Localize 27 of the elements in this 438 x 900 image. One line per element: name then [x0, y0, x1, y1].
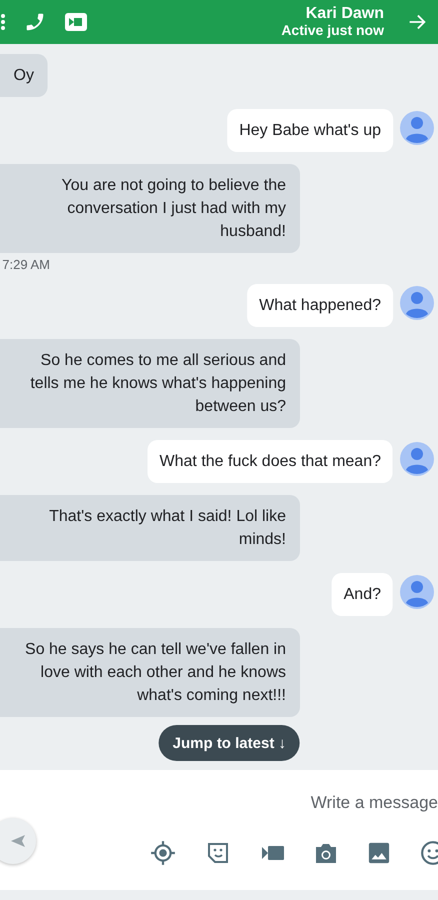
jump-to-latest-button[interactable]: Jump to latest ↓	[158, 725, 300, 761]
video-call-icon[interactable]	[64, 11, 88, 33]
received-message: What happened?	[247, 284, 393, 327]
avatar-icon	[400, 575, 434, 609]
sticker-icon[interactable]	[206, 841, 230, 865]
message-time: 7:29 AM	[2, 257, 50, 272]
more-icon[interactable]	[0, 11, 6, 33]
avatar-icon	[400, 286, 434, 320]
contact-name: Kari Dawn	[306, 5, 384, 22]
sent-message: That's exactly what I said! Lol like minds!	[0, 495, 300, 561]
received-message: What the fuck does that mean?	[148, 440, 393, 483]
send-icon	[10, 833, 26, 849]
sent-message: So he comes to me all serious and tells me he knows what's happening between us?	[0, 339, 300, 428]
camera-icon[interactable]	[314, 842, 338, 864]
sent-message: Oy	[0, 54, 48, 97]
contact-status: Active just now	[281, 22, 384, 39]
avatar-icon	[400, 442, 434, 476]
avatar-icon	[400, 111, 434, 145]
sent-message: You are not going to believe the conversation I just had with my husband!	[0, 164, 300, 253]
message-input[interactable]: Write a message	[138, 788, 438, 818]
received-message: And?	[332, 573, 393, 616]
received-message: Hey Babe what's up	[227, 109, 393, 152]
location-icon[interactable]	[150, 840, 176, 866]
video-icon[interactable]	[260, 845, 284, 861]
sent-message: So he says he can tell we've fallen in love with each other and he knows what's coming next!!!	[0, 628, 300, 717]
phone-icon[interactable]	[24, 11, 46, 33]
image-icon[interactable]	[368, 842, 390, 864]
